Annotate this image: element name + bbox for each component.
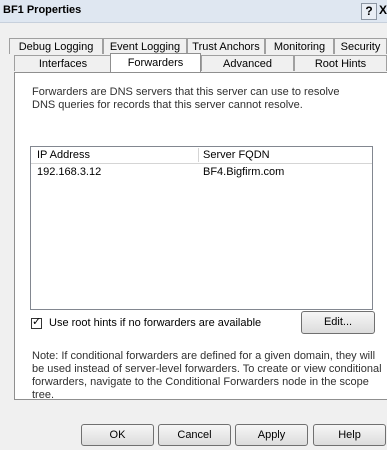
help-button[interactable]: Help [313,424,386,446]
server-fqdn-cell: BF4.Bigfirm.com [203,166,285,178]
conditional-forwarders-note: Note: If conditional forwarders are defi… [32,350,382,401]
ok-button[interactable]: OK [81,424,154,446]
checkmark-icon: ✓ [32,316,42,328]
tab-root-hints[interactable]: Root Hints [294,55,387,71]
tab-security[interactable]: Security [334,38,387,54]
tab-debug-logging[interactable]: Debug Logging [9,38,103,54]
tab-forwarders[interactable]: Forwarders [110,53,201,72]
column-header-ip-address[interactable]: IP Address [37,149,202,163]
forwarders-panel: Forwarders are DNS servers that this ser… [14,72,387,401]
tab-event-logging[interactable]: Event Logging [103,38,187,54]
edit-button[interactable]: Edit... [301,311,375,334]
window-title: BF1 Properties [3,4,82,16]
tab-trust-anchors[interactable]: Trust Anchors [187,38,265,54]
use-root-hints-label[interactable]: Use root hints if no forwarders are avai… [49,317,261,329]
apply-button[interactable]: Apply [235,424,308,446]
close-icon[interactable]: X [377,3,387,18]
column-header-server-fqdn[interactable]: Server FQDN [203,149,363,163]
title-bar: BF1 Properties ? X [0,0,387,23]
help-icon[interactable]: ? [361,3,377,20]
column-divider[interactable] [198,148,199,162]
tab-interfaces[interactable]: Interfaces [14,55,112,71]
tab-monitoring[interactable]: Monitoring [265,38,334,54]
list-header: IP Address Server FQDN [31,147,372,164]
ip-address-cell: 192.168.3.12 [37,166,102,178]
cancel-button[interactable]: Cancel [158,424,231,446]
tab-advanced[interactable]: Advanced [201,55,294,71]
use-root-hints-checkbox[interactable]: ✓ [31,316,42,329]
forwarders-list[interactable]: IP Address Server FQDN 192.168.3.12 BF4.… [30,146,373,310]
list-item[interactable]: 192.168.3.12 BF4.Bigfirm.com [31,165,372,179]
forwarders-description: Forwarders are DNS servers that this ser… [32,86,340,111]
